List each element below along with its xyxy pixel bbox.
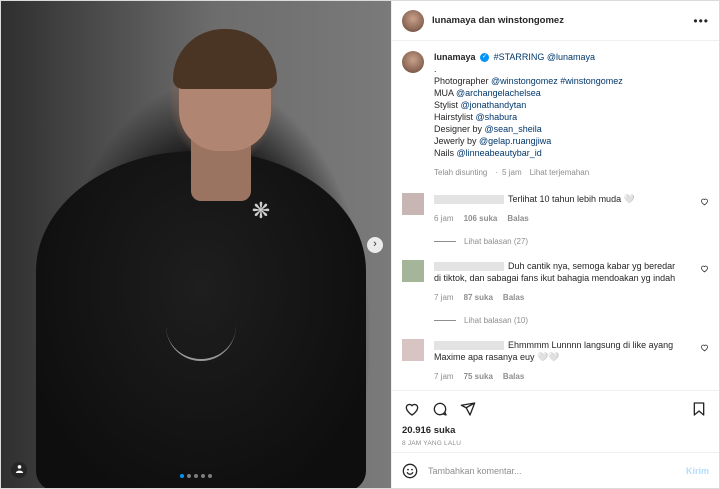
author-names[interactable]: lunamaya dan winstongomez [432, 15, 693, 26]
reply-button[interactable]: Balas [503, 372, 524, 381]
carousel-dot [180, 474, 184, 478]
comment-time[interactable]: 7 jam [434, 293, 454, 302]
credit-link[interactable]: @shabura [476, 112, 518, 122]
credit-line: Designer by @sean_sheila [434, 123, 623, 135]
edited-label: Telah disunting [434, 168, 488, 177]
credit-link[interactable]: @sean_sheila [485, 124, 542, 134]
meta-separator: · [495, 168, 499, 177]
like-comment-icon[interactable] [700, 343, 709, 354]
comment-input[interactable] [428, 465, 686, 476]
post-header: lunamaya dan winstongomez ••• [392, 1, 719, 41]
avatar[interactable] [402, 260, 424, 282]
translate-link[interactable]: Lihat terjemahan [530, 168, 590, 177]
share-send-icon[interactable] [458, 399, 478, 419]
post-actions: 20.916 suka 8 JAM YANG LALU [392, 390, 719, 452]
view-replies-label[interactable]: Lihat balasan (10) [464, 316, 528, 325]
view-replies-button[interactable]: Lihat balasan (10) [434, 316, 709, 325]
credit-link[interactable]: @gelap.ruangjiwa [479, 136, 551, 146]
caption-body: lunamaya ✓ #STARRING @lunamaya . Photogr… [434, 51, 623, 179]
comment-likes[interactable]: 75 suka [464, 372, 493, 381]
post-media[interactable]: ❋ › [1, 1, 391, 488]
carousel-dot [201, 474, 205, 478]
credit-label: Designer by [434, 124, 485, 134]
credit-label: Hairstylist [434, 112, 476, 122]
avatar[interactable] [402, 193, 424, 215]
comment-time[interactable]: 7 jam [434, 372, 454, 381]
user-tag-icon[interactable] [11, 462, 27, 478]
next-image-button[interactable]: › [367, 237, 383, 253]
reply-button[interactable]: Balas [507, 214, 528, 223]
comment-item: Ehmmmm Lunnnn langsung di like ayang Max… [402, 339, 709, 383]
add-comment-bar: Kirim [392, 452, 719, 488]
post-panel: lunamaya dan winstongomez ••• lunamaya ✓… [391, 1, 719, 488]
avatar[interactable] [402, 51, 424, 73]
comment-item: Duh cantik nya, semoga kabar yg beredar … [402, 260, 709, 304]
view-replies-label[interactable]: Lihat balasan (27) [464, 237, 528, 246]
caption-meta: Telah disunting · 5 jam Lihat terjemahan [434, 167, 623, 179]
verified-badge-icon: ✓ [480, 53, 490, 63]
credit-link[interactable]: @jonathandytan [461, 100, 527, 110]
more-options-icon[interactable]: ••• [693, 14, 709, 28]
post-timestamp[interactable]: 8 JAM YANG LALU [402, 440, 709, 447]
redacted-username [434, 341, 504, 351]
view-replies-button[interactable]: Lihat balasan (27) [434, 237, 709, 246]
comment-time[interactable]: 6 jam [434, 214, 454, 223]
caption-dot: . [434, 64, 437, 74]
credit-link[interactable]: @archangelachelsea [456, 88, 541, 98]
comment-likes[interactable]: 87 suka [464, 293, 493, 302]
comment-item: Terlihat 10 tahun lebih muda 🤍 6 jam 106 … [402, 193, 709, 225]
carousel-dots [1, 474, 391, 478]
credit-label: MUA [434, 88, 457, 98]
credit-link[interactable]: @winstongomez #winstongomez [491, 76, 623, 86]
credit-line: Hairstylist @shabura [434, 111, 623, 123]
credit-label: Stylist [434, 100, 461, 110]
like-comment-icon[interactable] [700, 197, 709, 208]
credit-line: Nails @linneabeautybar_id [434, 147, 623, 159]
credit-line: Jewerly by @gelap.ruangjiwa [434, 135, 623, 147]
bookmark-icon[interactable] [689, 399, 709, 419]
credit-label: Photographer [434, 76, 492, 86]
carousel-dot [187, 474, 191, 478]
caption: lunamaya ✓ #STARRING @lunamaya . Photogr… [402, 51, 709, 179]
comment-text: Terlihat 10 tahun lebih muda 🤍 [508, 194, 635, 204]
redacted-username [434, 262, 504, 272]
comments-scroll[interactable]: lunamaya ✓ #STARRING @lunamaya . Photogr… [392, 41, 719, 390]
brooch-detail: ❋ [251, 198, 271, 223]
comment-likes[interactable]: 106 suka [464, 214, 498, 223]
post-photo: ❋ [1, 1, 391, 488]
credit-label: Nails [434, 148, 457, 158]
caption-time[interactable]: 5 jam [502, 168, 522, 177]
redacted-username [434, 195, 504, 205]
like-comment-icon[interactable] [700, 264, 709, 275]
like-heart-icon[interactable] [402, 399, 422, 419]
reply-button[interactable]: Balas [503, 293, 524, 302]
comment-bubble-icon[interactable] [430, 399, 450, 419]
emoji-icon[interactable] [402, 463, 418, 479]
avatar[interactable] [402, 9, 424, 32]
credit-line: Photographer @winstongomez #winstongomez [434, 75, 623, 87]
avatar[interactable] [402, 339, 424, 361]
carousel-dot [194, 474, 198, 478]
post-comment-button[interactable]: Kirim [686, 466, 709, 476]
caption-hashtag[interactable]: #STARRING @lunamaya [494, 52, 596, 62]
credit-line: Stylist @jonathandytan [434, 99, 623, 111]
credit-link[interactable]: @linneabeautybar_id [457, 148, 542, 158]
credit-label: Jewerly by [434, 136, 480, 146]
caption-username[interactable]: lunamaya [434, 52, 476, 62]
credit-line: MUA @archangelachelsea [434, 87, 623, 99]
like-count[interactable]: 20.916 suka [402, 425, 709, 436]
carousel-dot [208, 474, 212, 478]
post-dialog: ❋ › lunamaya dan winstongomez ••• lunama… [0, 0, 720, 489]
